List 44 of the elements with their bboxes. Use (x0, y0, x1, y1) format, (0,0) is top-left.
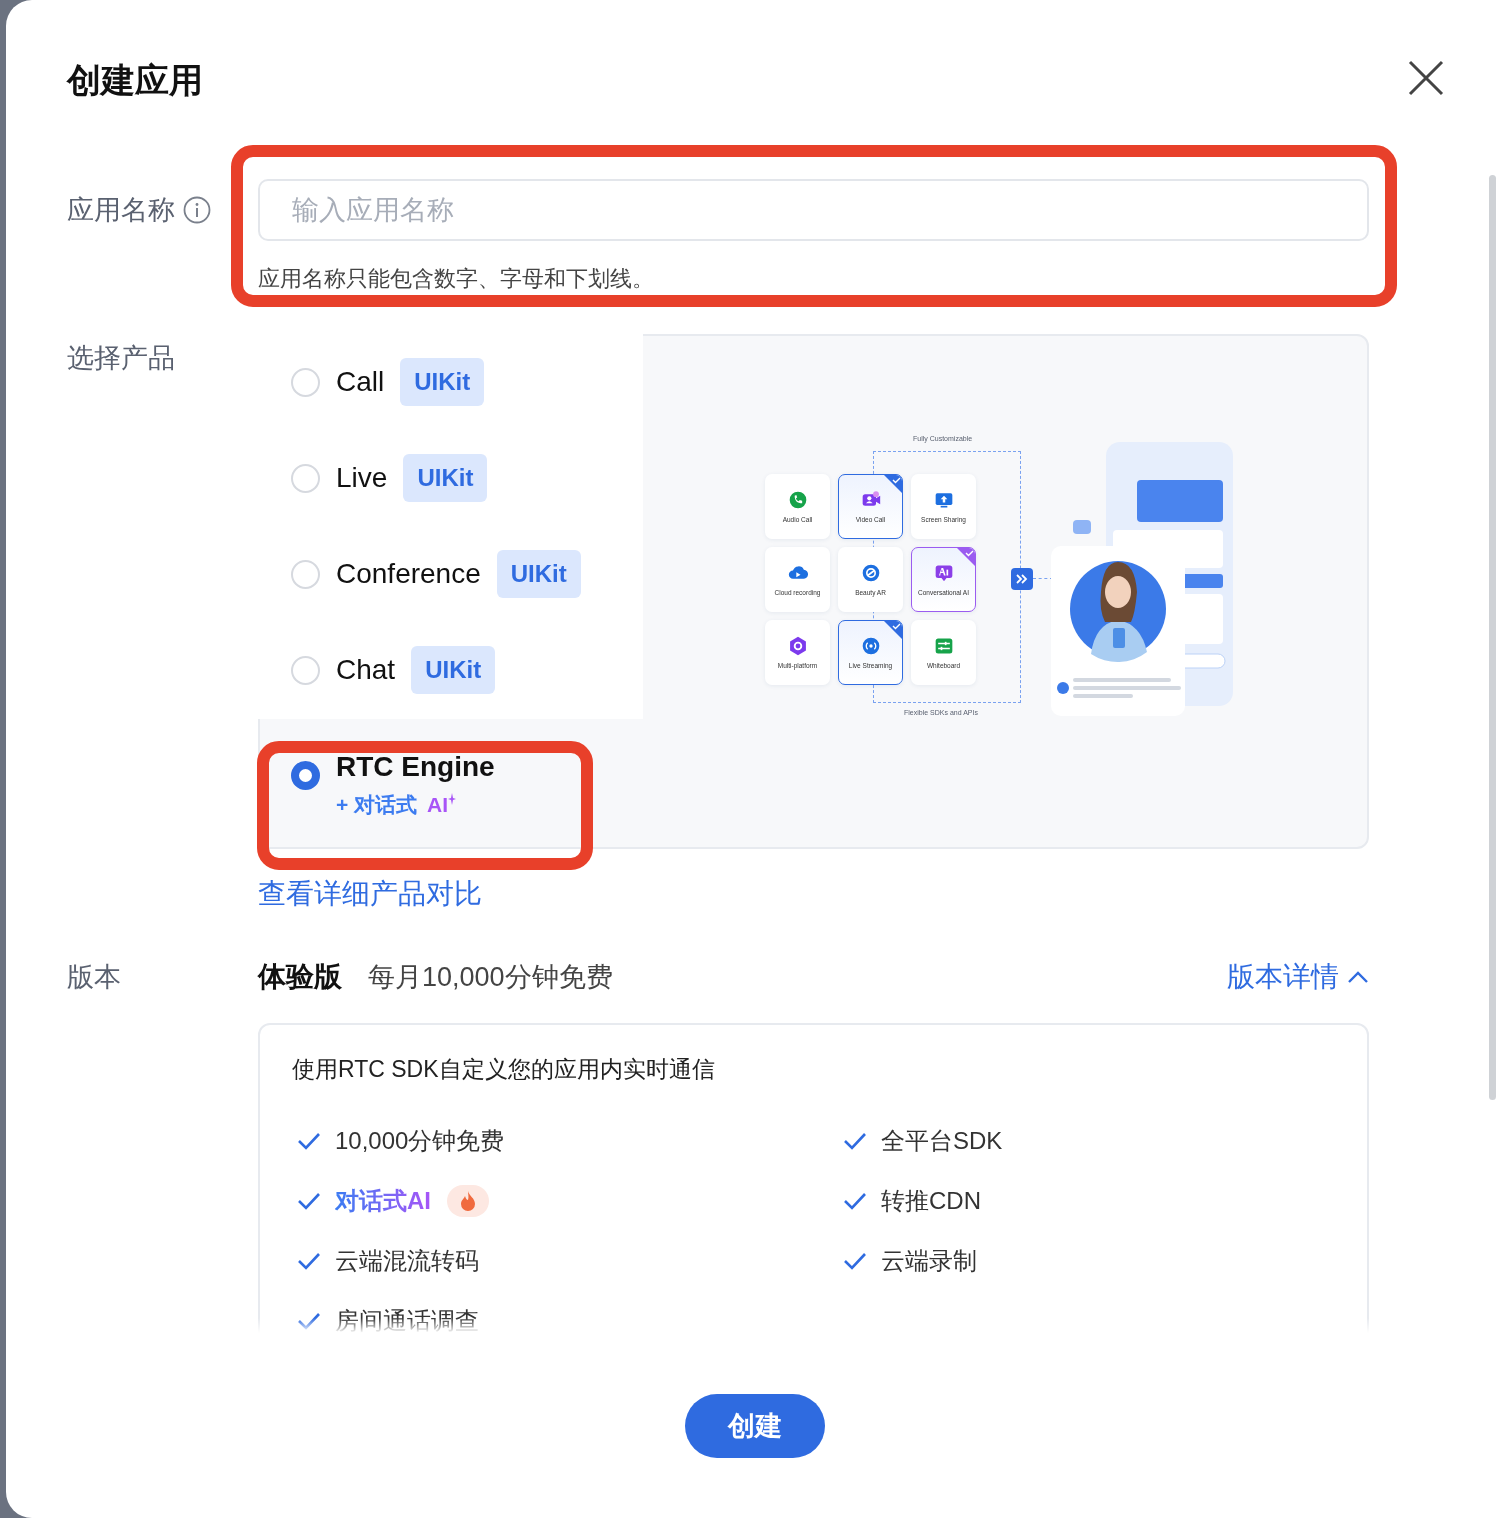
product-name: RTC Engine (336, 751, 495, 782)
plan-details-link[interactable]: 版本详情 (1227, 958, 1369, 996)
feature-text: 云端混流转码 (335, 1246, 479, 1276)
forward-icon (1011, 568, 1033, 590)
product-name: Live (336, 462, 388, 494)
product-tag: UIKit (411, 646, 496, 694)
field-label: 选择产品 (67, 342, 176, 375)
check-icon (297, 1251, 321, 1271)
sparkle-icon (448, 793, 457, 805)
close-icon[interactable] (1408, 60, 1444, 96)
radio-button[interactable] (291, 761, 320, 790)
scrollbar[interactable] (1489, 175, 1496, 1100)
ai-tag: AI (427, 793, 457, 817)
check-icon (297, 1311, 321, 1331)
check-icon (297, 1131, 321, 1151)
check-icon (843, 1191, 867, 1211)
feature-text: 10,000分钟免费 (335, 1126, 505, 1156)
chevron-icon (1347, 970, 1369, 984)
product-tag: UIKit (400, 358, 485, 406)
check-icon (297, 1191, 321, 1211)
feature-text: 云端录制 (881, 1246, 977, 1276)
product-tag: UIKit (496, 550, 581, 598)
check-icon (843, 1251, 867, 1271)
check-icon (843, 1131, 867, 1151)
product-name: Chat (336, 654, 396, 686)
feature-text: 转推CDN (881, 1186, 981, 1216)
feature-text: 全平台SDK (881, 1126, 1003, 1156)
plan-name: 体验版 (258, 960, 342, 994)
dialog-title: 创建应用 (67, 60, 203, 101)
create-button[interactable]: 创建 (685, 1394, 825, 1458)
field-hint: 应用名称只能包含数字、字母和下划线。 (258, 265, 655, 293)
plan-summary: 每月10,000分钟免费 (368, 961, 613, 994)
info-icon[interactable] (183, 196, 211, 224)
product-subtitle: + 对话式 (336, 792, 418, 818)
flame-icon (447, 1185, 489, 1217)
app-name-field[interactable]: 输入应用名称 (258, 179, 1369, 241)
product-tag: UIKit (403, 454, 488, 502)
product-name: Conference (336, 558, 481, 590)
plan-heading: 使用RTC SDK自定义您的应用内实时通信 (292, 1055, 716, 1084)
product-name: Call (336, 366, 385, 398)
feature-text: 房间通话调查 (335, 1306, 479, 1333)
field-label: 版本 (67, 961, 122, 994)
compare-link[interactable]: 查看详细产品对比 (258, 875, 482, 913)
field-label: 应用名称 (67, 194, 175, 227)
